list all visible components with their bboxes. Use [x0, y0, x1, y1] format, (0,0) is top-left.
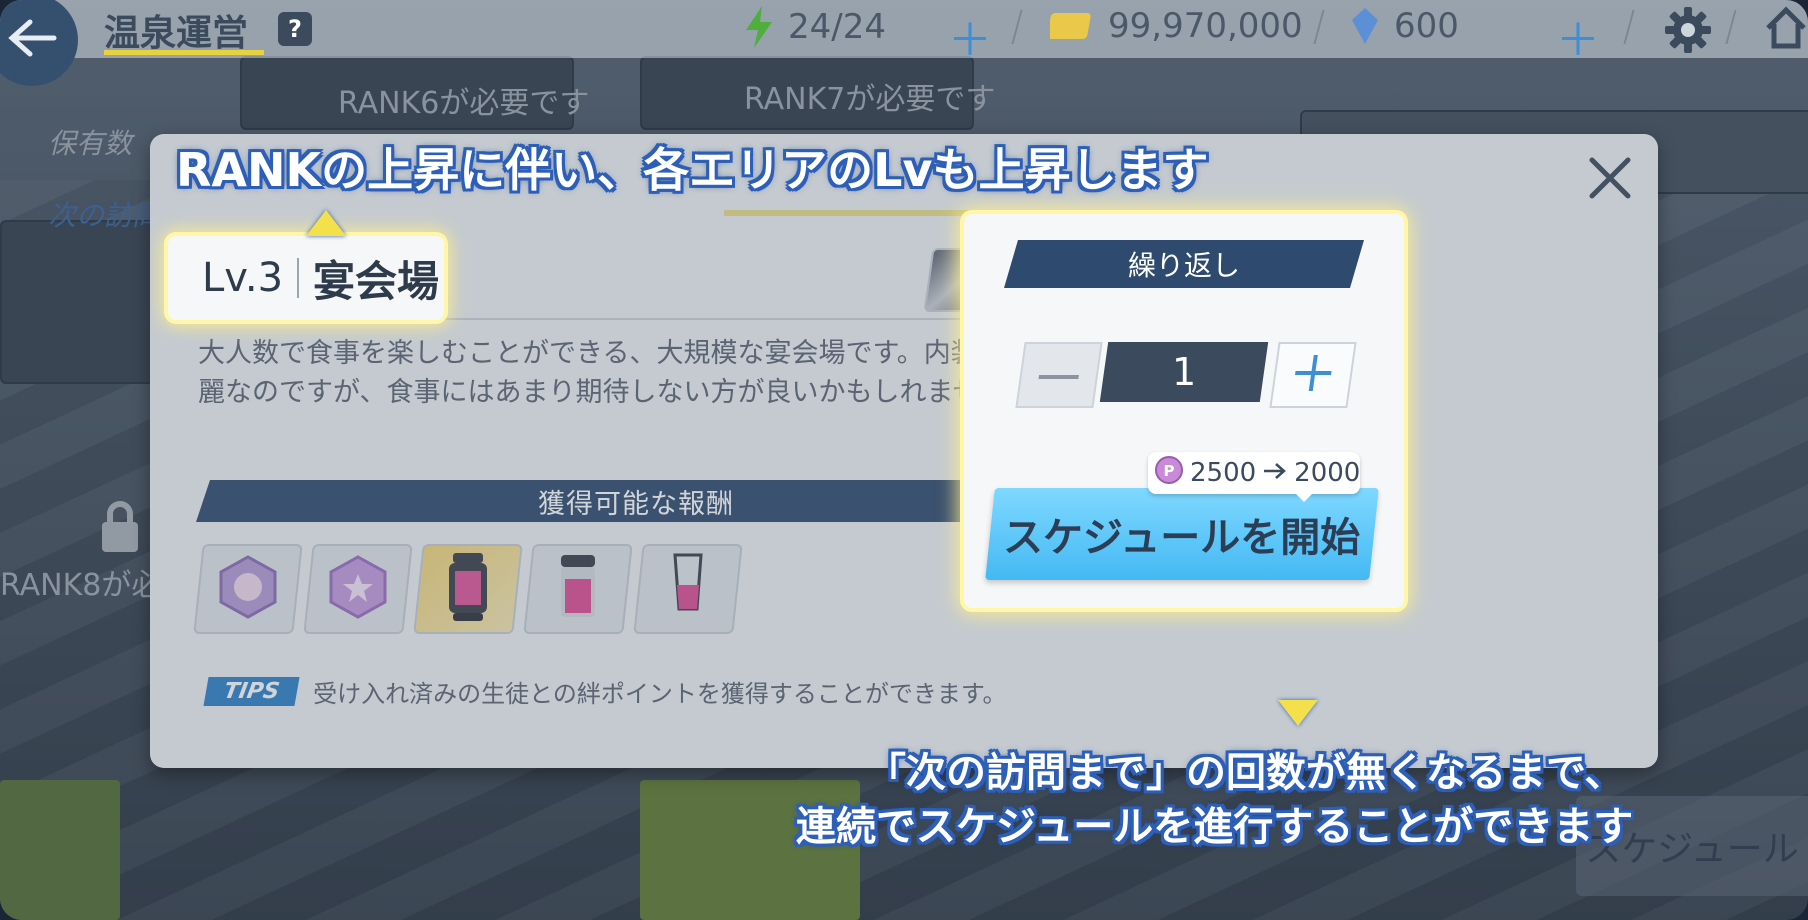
home-button[interactable] — [1764, 6, 1808, 54]
location-name: 宴会場 — [313, 256, 440, 306]
ap-value: 24/24 — [788, 7, 886, 47]
tutorial-caption-bottom-line2: 連続でスケジュールを進行することができます — [796, 804, 1634, 850]
location-level: Lv.3 — [202, 255, 284, 301]
schedule-panel: 繰り返し 1 スケジュールを開始 P 2500 2000 — [964, 214, 1404, 608]
ap-counter: 24/24 — [744, 6, 886, 48]
pyroxene-coin-icon: P — [1154, 455, 1184, 492]
cost-bubble: P 2500 2000 — [1148, 452, 1360, 494]
page-title: 温泉運営 — [104, 13, 249, 54]
settings-button[interactable] — [1664, 6, 1712, 58]
pointer-up-icon — [306, 210, 346, 236]
start-schedule-button[interactable]: スケジュールを開始 — [985, 488, 1379, 580]
modal-dim — [150, 134, 1658, 768]
credit-value: 99,970,000 — [1108, 6, 1303, 46]
tutorial-caption-bottom-line1: 「次の訪問まで」の回数が無くなるまで、 — [866, 750, 1625, 796]
title-underline — [104, 50, 264, 55]
pointer-down-icon — [1278, 700, 1318, 726]
game-screen: RANK6が必要です RANK7が必要です RANK8が必 保有数 次の訪問 ス… — [0, 0, 1808, 920]
minus-icon — [1038, 366, 1081, 385]
svg-text:P: P — [1164, 462, 1175, 480]
back-arrow-icon — [6, 18, 58, 62]
cost-bubble-tail — [1294, 492, 1314, 502]
location-detail-modal: 大人数で食事を楽しむことができる、大規模な宴会場です。内装は綺麗なのですが、食事… — [150, 134, 1658, 768]
credit-counter: 99,970,000 — [1050, 6, 1303, 46]
decrease-button[interactable] — [1015, 342, 1103, 408]
repeat-count: 1 — [1099, 342, 1269, 402]
separator — [1623, 10, 1635, 44]
location-level-box: Lv.3 宴会場 — [168, 236, 444, 320]
repeat-count-value: 1 — [1171, 350, 1197, 394]
separator — [1725, 10, 1737, 44]
tutorial-caption-top: RANKの上昇に伴い、各エリアのLvも上昇します — [176, 143, 1209, 197]
repeat-header: 繰り返し — [1004, 240, 1364, 288]
increase-button[interactable] — [1269, 342, 1357, 408]
ap-bolt-icon — [744, 6, 774, 48]
help-icon[interactable]: ? — [278, 12, 312, 46]
add-gems-button[interactable]: ＋ — [1556, 4, 1600, 68]
cost-before: 2500 — [1190, 458, 1257, 488]
gem-counter: 600 — [1350, 6, 1459, 46]
start-schedule-label: スケジュールを開始 — [1003, 515, 1361, 561]
plus-icon — [1290, 353, 1336, 397]
gear-icon — [1664, 7, 1712, 58]
level-divider — [297, 258, 300, 298]
home-icon — [1764, 6, 1808, 54]
top-bar: 温泉運営 ? 24/24 ＋ 99,970,000 600 ＋ — [0, 0, 1808, 86]
separator — [1313, 10, 1325, 44]
separator — [1011, 10, 1023, 44]
gem-icon — [1350, 6, 1380, 46]
credit-icon — [1050, 9, 1094, 43]
gem-value: 600 — [1394, 6, 1459, 46]
cost-after: 2000 — [1294, 458, 1361, 488]
add-ap-button[interactable]: ＋ — [948, 4, 992, 68]
arrow-right-icon — [1262, 458, 1288, 488]
